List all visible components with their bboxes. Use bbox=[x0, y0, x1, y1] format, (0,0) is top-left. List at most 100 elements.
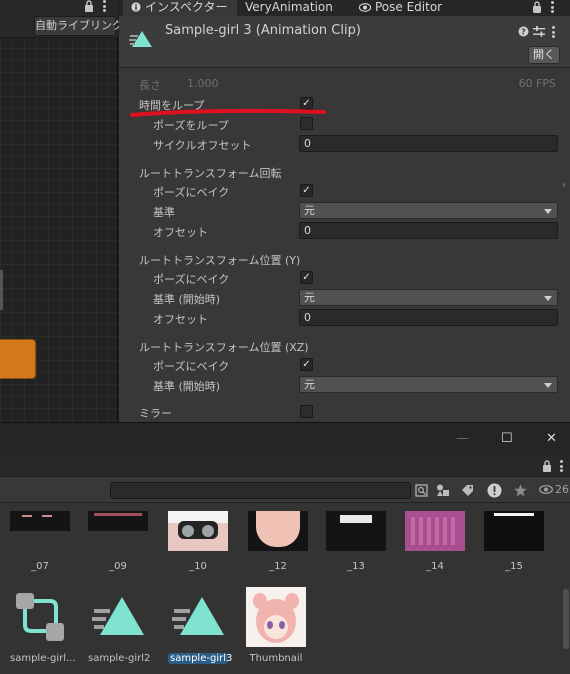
maximize-button[interactable]: ☐ bbox=[501, 431, 513, 446]
tab-inspector[interactable]: インスペクター bbox=[123, 0, 237, 16]
panel-resize-handle[interactable]: › bbox=[562, 180, 570, 194]
animator-state-node[interactable] bbox=[0, 339, 36, 379]
asset-label: _14 bbox=[426, 561, 444, 572]
tag-icon[interactable] bbox=[458, 481, 476, 499]
asset-item-selected[interactable]: sample-girl3 bbox=[168, 587, 232, 664]
asset-thumbnail bbox=[405, 511, 465, 551]
asset-label: Thumbnail bbox=[249, 653, 303, 664]
favorite-star-icon[interactable] bbox=[511, 481, 529, 499]
root-position-xz-base-row: 基準 (開始時) 元 bbox=[119, 375, 570, 395]
root-rotation-bake-checkbox[interactable]: ✓ bbox=[300, 184, 313, 197]
root-position-y-bake-checkbox[interactable]: ✓ bbox=[300, 271, 313, 284]
asset-thumbnail bbox=[10, 511, 70, 531]
root-position-xz-base-value: 元 bbox=[304, 378, 315, 391]
cycle-offset-row: サイクルオフセット 0 bbox=[119, 134, 570, 154]
asset-thumbnail bbox=[248, 511, 308, 551]
loop-pose-label: ポーズをループ bbox=[153, 119, 229, 132]
root-position-xz-title: ルートトランスフォーム位置 (XZ) bbox=[139, 341, 309, 354]
more-options-icon[interactable] bbox=[103, 0, 106, 12]
root-position-y-base-row: 基準 (開始時) 元 bbox=[119, 288, 570, 308]
search-input[interactable] bbox=[110, 482, 411, 499]
asset-item[interactable]: _13 bbox=[326, 511, 386, 572]
animation-clip-icon bbox=[168, 587, 228, 647]
tab-veryanimation[interactable]: VeryAnimation bbox=[245, 0, 333, 16]
eye-icon[interactable] bbox=[539, 485, 553, 494]
asset-item[interactable]: _14 bbox=[405, 511, 465, 572]
mirror-row: ミラー bbox=[119, 402, 570, 422]
asset-label: _10 bbox=[189, 561, 207, 572]
asset-label: _09 bbox=[109, 561, 127, 572]
root-position-y-offset-label: オフセット bbox=[153, 313, 208, 326]
root-rotation-title: ルートトランスフォーム回転 bbox=[139, 167, 282, 180]
root-position-xz-bake-checkbox[interactable]: ✓ bbox=[300, 358, 313, 371]
svg-text:?: ? bbox=[521, 28, 526, 37]
root-position-xz-base-label: 基準 (開始時) bbox=[153, 380, 221, 393]
warning-filter-icon[interactable] bbox=[485, 481, 503, 499]
animation-clip-icon bbox=[129, 31, 152, 47]
root-rotation-bake-row: ポーズにベイク ✓ bbox=[119, 181, 570, 201]
cycle-offset-field[interactable]: 0 bbox=[299, 135, 558, 152]
search-scope-icon[interactable] bbox=[412, 481, 430, 499]
filter-by-type-icon[interactable] bbox=[434, 481, 452, 499]
asset-grid: _07 _09 _10 _12 _13 _14 _15 sample-girl.… bbox=[0, 511, 570, 674]
asset-item[interactable]: _12 bbox=[248, 511, 308, 572]
open-button[interactable]: 開く bbox=[528, 46, 560, 64]
more-options-icon[interactable] bbox=[560, 460, 563, 472]
more-options-icon[interactable] bbox=[551, 1, 554, 13]
auto-live-link-button[interactable]: 自動ライブリンク bbox=[34, 16, 123, 36]
asset-item[interactable]: _09 bbox=[88, 511, 148, 572]
root-rotation-base-dropdown[interactable]: 元 bbox=[299, 202, 558, 219]
mirror-checkbox[interactable] bbox=[300, 405, 313, 418]
root-position-xz-base-dropdown[interactable]: 元 bbox=[299, 376, 558, 393]
root-position-xz-header: ルートトランスフォーム位置 (XZ) bbox=[119, 336, 570, 356]
asset-item[interactable]: _07 bbox=[10, 511, 70, 572]
asset-label: _12 bbox=[269, 561, 287, 572]
preset-icon[interactable] bbox=[533, 26, 545, 37]
root-position-y-base-dropdown[interactable]: 元 bbox=[299, 289, 558, 306]
loop-pose-row: ポーズをループ bbox=[119, 114, 570, 134]
inspector-panel: インスペクター VeryAnimation Pose Editor Sample… bbox=[119, 0, 570, 422]
eye-icon bbox=[359, 3, 371, 12]
help-icon[interactable]: ? bbox=[518, 26, 529, 37]
animator-graph-panel[interactable]: 自動ライブリンク bbox=[0, 0, 123, 422]
lock-icon[interactable] bbox=[532, 1, 542, 13]
asset-item[interactable]: _10 bbox=[168, 511, 228, 572]
close-button[interactable]: ✕ bbox=[546, 431, 557, 446]
graph-edge-handle[interactable] bbox=[0, 270, 3, 310]
more-options-icon[interactable] bbox=[552, 26, 555, 38]
length-label: 長さ bbox=[139, 79, 161, 92]
chevron-down-icon bbox=[544, 209, 552, 214]
animation-clip-icon bbox=[88, 587, 148, 647]
mirror-label: ミラー bbox=[139, 407, 172, 420]
root-position-y-base-value: 元 bbox=[304, 291, 315, 304]
inspector-header: Sample-girl 3 (Animation Clip) ? 開く bbox=[119, 16, 570, 68]
loop-pose-checkbox[interactable] bbox=[300, 117, 313, 130]
root-rotation-offset-label: オフセット bbox=[153, 226, 208, 239]
lock-icon[interactable] bbox=[542, 460, 552, 472]
root-rotation-base-row: 基準 元 bbox=[119, 201, 570, 221]
asset-thumbnail bbox=[484, 511, 544, 551]
root-position-y-base-label: 基準 (開始時) bbox=[153, 293, 221, 306]
asset-item[interactable]: Thumbnail bbox=[246, 587, 306, 664]
hidden-count: 26 bbox=[555, 483, 569, 496]
asset-item[interactable]: sample-girl... bbox=[10, 587, 76, 664]
asset-item[interactable]: _15 bbox=[484, 511, 544, 572]
tab-pose-editor[interactable]: Pose Editor bbox=[359, 0, 442, 16]
asset-thumbnail bbox=[168, 511, 228, 551]
grid-scrollbar[interactable] bbox=[563, 589, 569, 649]
asset-label: _07 bbox=[31, 561, 49, 572]
root-position-y-bake-row: ポーズにベイク ✓ bbox=[119, 268, 570, 288]
asset-item[interactable]: sample-girl2 bbox=[88, 587, 150, 664]
thumbnail-image bbox=[246, 587, 306, 647]
window-title-bar[interactable]: — ☐ ✕ bbox=[0, 422, 570, 455]
root-position-y-header: ルートトランスフォーム位置 (Y) bbox=[119, 249, 570, 269]
chevron-down-icon bbox=[544, 296, 552, 301]
info-icon bbox=[131, 2, 141, 12]
animator-controller-icon bbox=[10, 587, 70, 647]
root-rotation-header: ルートトランスフォーム回転 bbox=[119, 162, 570, 182]
root-position-y-offset-field[interactable]: 0 bbox=[299, 309, 558, 326]
project-browser: 26 _07 _09 _10 _12 _13 _14 _15 sample-gi… bbox=[0, 455, 570, 674]
minimize-button[interactable]: — bbox=[456, 431, 469, 446]
root-rotation-offset-field[interactable]: 0 bbox=[299, 222, 558, 239]
lock-icon[interactable] bbox=[84, 0, 94, 12]
